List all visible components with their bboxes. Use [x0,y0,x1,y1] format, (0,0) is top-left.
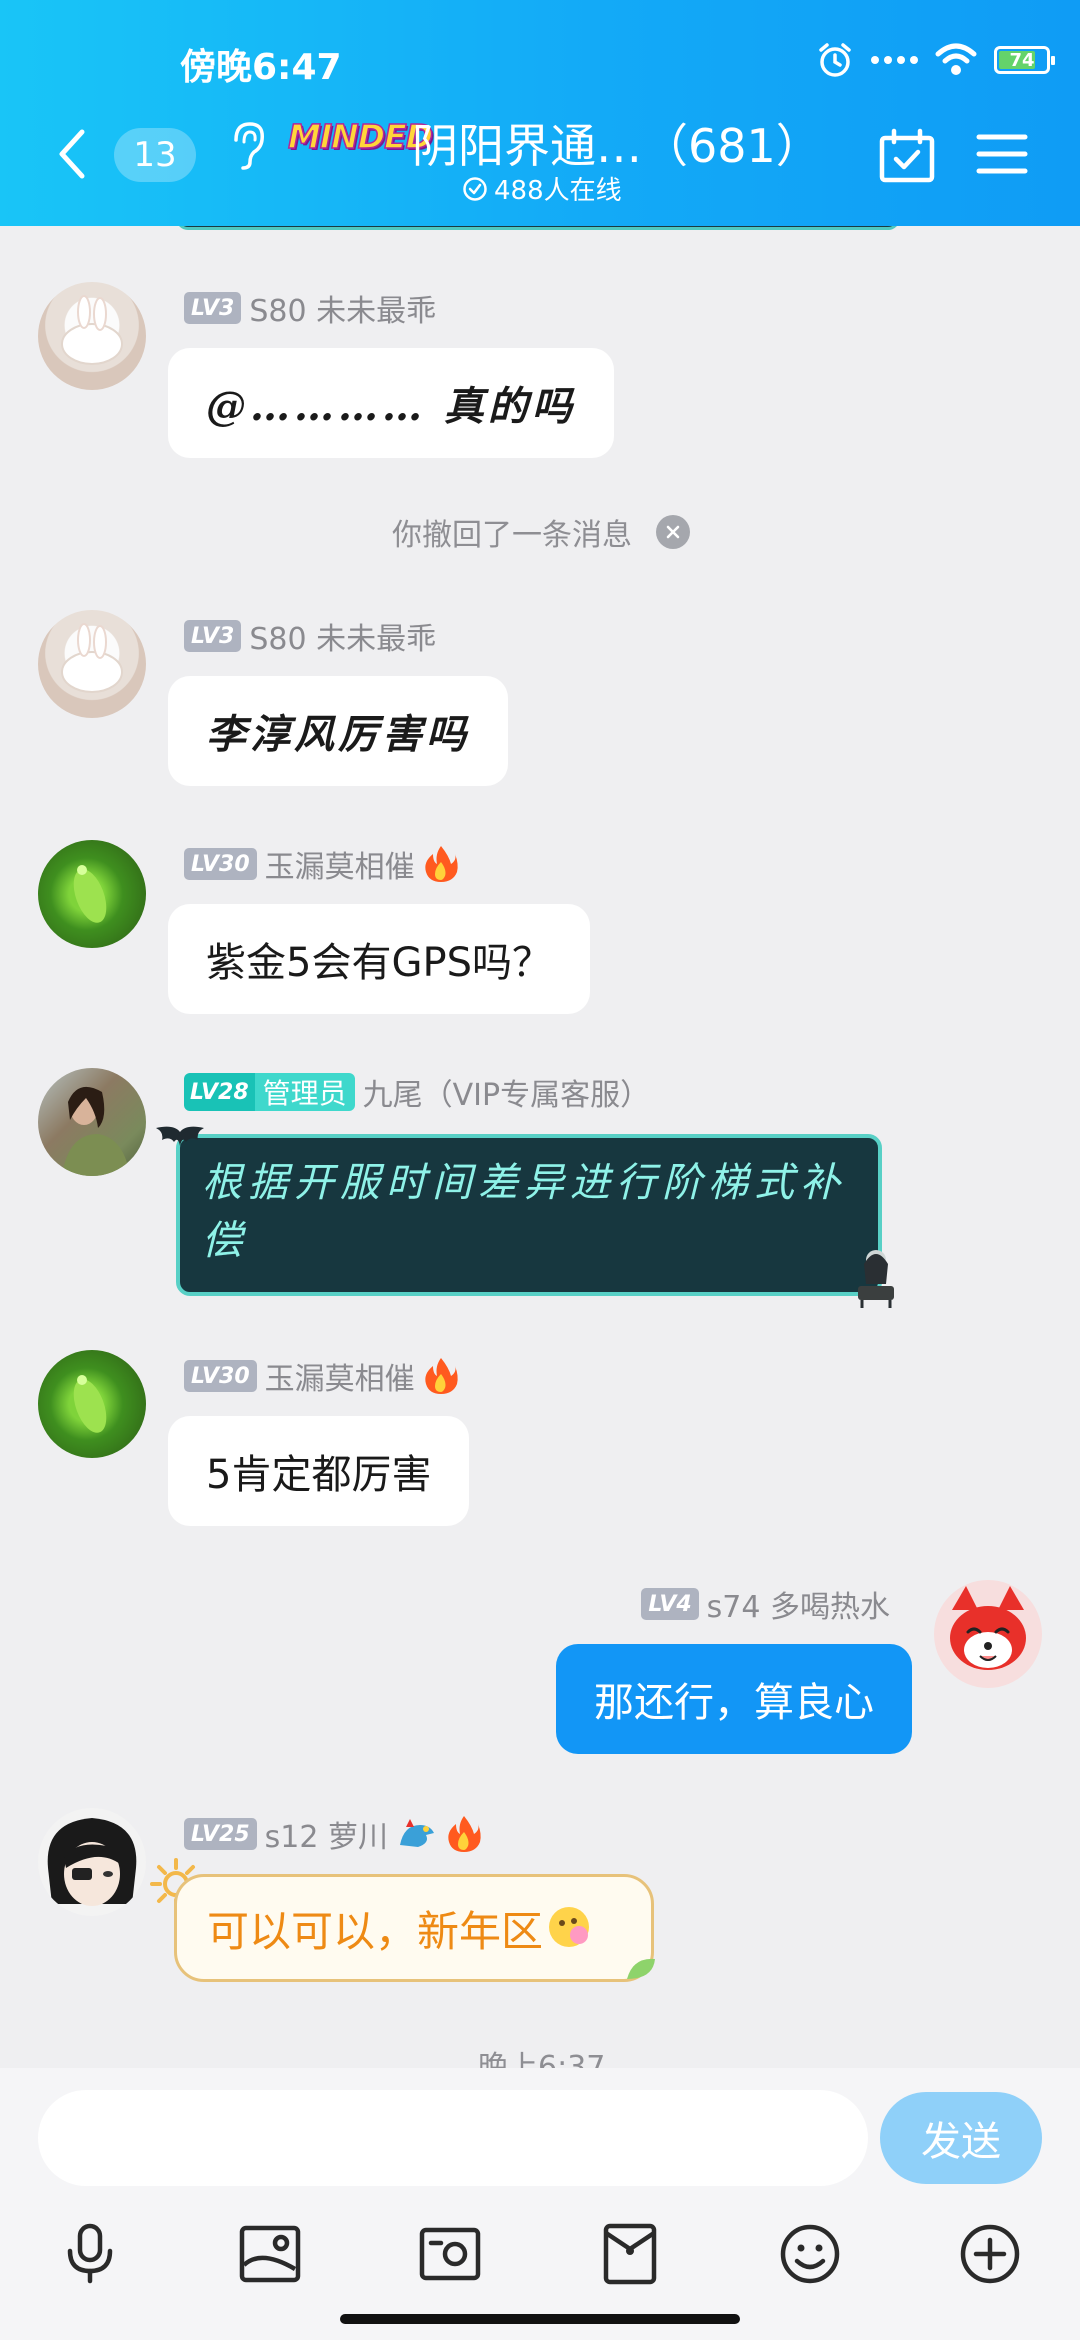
wifi-icon [935,43,977,75]
fire-icon [448,1816,481,1852]
level-badge: LV4 [641,1588,699,1620]
leaf-decoration-icon [627,1958,655,1979]
sender-name[interactable]: 九尾（VIP专属客服） [363,1070,650,1114]
input-toolbar [0,2216,1080,2296]
send-button[interactable]: 发送 [880,2092,1042,2184]
more-button[interactable] [952,2216,1028,2292]
avatar[interactable] [38,840,146,948]
person-avatar-icon [62,1086,130,1176]
level-badge: LV28 [184,1073,255,1111]
avatar[interactable] [38,610,146,718]
avatar[interactable] [38,1068,146,1176]
avatar[interactable] [38,282,146,390]
level-badge: LV3 [184,620,242,652]
input-panel: 发送 [0,2068,1080,2340]
close-icon [666,525,680,539]
red-fox-avatar-icon [950,1586,1026,1670]
camera-button[interactable] [412,2216,488,2292]
message-bubble[interactable]: @………… 真的吗 [168,348,614,458]
sender-name[interactable]: s12 萝川 [265,1812,388,1856]
admin-role-badge: LV28 管理员 [184,1073,355,1111]
image-icon [239,2225,301,2283]
battery-level: 74 [1009,49,1035,71]
status-icons: 74 [815,40,1055,80]
sender-meta: LV3 S80 未未最乖 [184,286,436,330]
anime-avatar-icon [47,1818,137,1906]
message-bubble[interactable]: 紫金5会有GPS吗？ [168,904,590,1014]
back-button[interactable] [52,126,92,182]
alarm-icon [819,43,851,77]
camera-icon [419,2227,481,2281]
sender-name[interactable]: 玉漏莫相催 [265,1354,415,1398]
fire-icon [424,846,458,882]
menu-icon[interactable] [976,132,1028,176]
sender-name[interactable]: S80 未未最乖 [249,286,436,330]
avatar[interactable] [38,1350,146,1458]
plus-circle-icon [960,2224,1020,2284]
leafhopper-avatar-icon [73,1375,107,1433]
sender-meta: LV30 玉漏莫相催 [184,842,459,886]
sender-meta: LV25 s12 萝川 [184,1812,482,1856]
home-indicator[interactable] [340,2314,740,2324]
level-badge: LV3 [184,292,242,324]
voice-button[interactable] [52,2216,128,2292]
message-bubble[interactable]: 5肯定都厉害 [168,1416,470,1526]
message-text: 可以可以，新年区 [207,1906,544,1956]
fire-icon [424,1358,458,1394]
online-count: 488人在线 [494,176,622,206]
status-time: 傍晚6:47 [180,47,342,88]
sender-meta: LV3 S80 未未最乖 [184,614,436,658]
self-avatar[interactable] [934,1580,1042,1688]
sender-name[interactable]: S80 未未最乖 [249,614,436,658]
unread-count-badge[interactable]: 13 [114,128,196,182]
special-message-bubble[interactable]: 根据开服时间差异进行阶梯式补偿 [156,1126,894,1308]
sender-meta: LV30 玉漏莫相催 [184,1354,459,1398]
chat-header: 傍晚6:47 74 13 MINDED 阴阳界通…（681） 488人在线 [0,0,1080,226]
red-packet-button[interactable] [592,2216,668,2292]
online-status[interactable]: 488人在线 [462,170,622,207]
avatar[interactable] [38,1808,146,1916]
microphone-icon [67,2223,113,2284]
level-badge: LV30 [184,848,257,880]
red-packet-icon [603,2223,657,2285]
ghost-girl-icon [858,1250,894,1308]
bat-icon [156,1126,204,1146]
ear-icon[interactable] [228,120,268,172]
chevron-left-icon [59,129,85,179]
signal-icon [871,56,918,64]
check-circle-icon [463,176,487,201]
level-badge: LV25 [184,1818,257,1850]
group-logo: MINDED [287,116,434,157]
sender-meta: LV4 s74 多喝热水 [641,1582,890,1626]
recall-text: 你撤回了一条消息 [392,518,632,553]
message-text: 根据开服时间差异进行阶梯式补偿 [202,1160,846,1264]
calendar-check-icon[interactable] [878,128,936,184]
battery-icon: 74 [994,46,1055,74]
emoji-button[interactable] [772,2216,848,2292]
dismiss-recall-button[interactable] [656,515,690,549]
image-button[interactable] [232,2216,308,2292]
level-badge: LV30 [184,1360,257,1392]
group-title[interactable]: 阴阳界通…（681） [412,110,822,176]
self-message-bubble[interactable]: 那还行，算良心 [556,1644,912,1754]
bunny-avatar-icon [61,623,123,693]
lollipop-emoji-icon [549,1907,590,1947]
themed-message-bubble[interactable]: 可以可以，新年区 [174,1874,655,1982]
message-bubble[interactable]: 李淳风厉害吗 [168,676,508,786]
leafhopper-avatar-icon [73,865,107,923]
role-label: 管理员 [254,1073,355,1111]
recall-notice: 你撤回了一条消息 [392,510,690,554]
message-input[interactable] [38,2090,868,2186]
emoji-icon [780,2224,840,2284]
sender-meta: LV28 管理员 九尾（VIP专属客服） [184,1070,650,1114]
sender-name[interactable]: s74 多喝热水 [707,1582,890,1626]
sender-name[interactable]: 玉漏莫相催 [265,842,415,886]
dragon-icon [399,1819,434,1847]
bunny-avatar-icon [61,295,123,365]
